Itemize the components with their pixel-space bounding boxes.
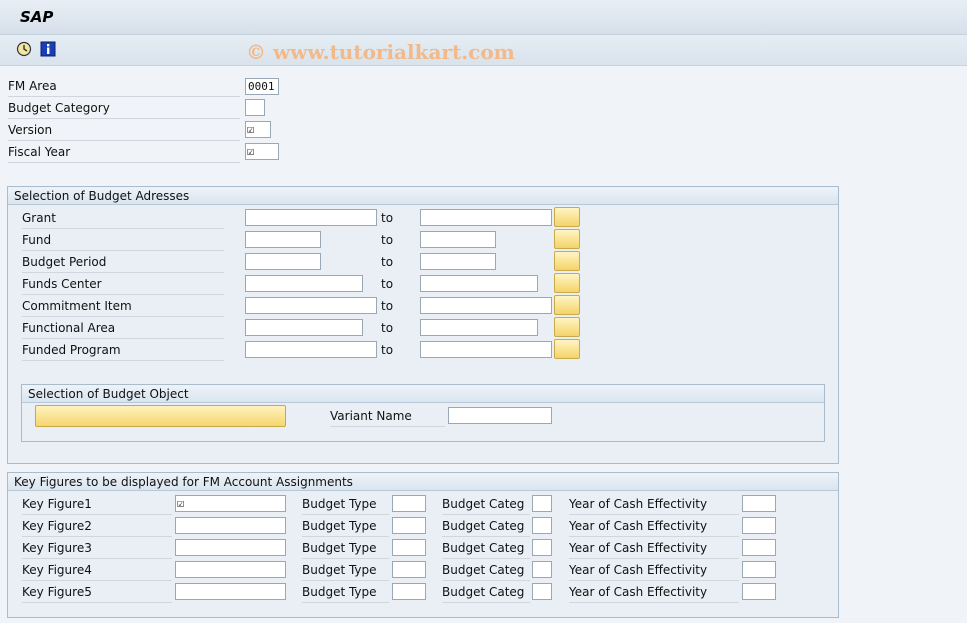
- functional-area-to-input[interactable]: [420, 319, 538, 336]
- budget-categ-label: Budget Categ: [442, 560, 530, 581]
- fm-area-label: FM Area: [8, 76, 240, 97]
- functional-area-multiple-selection-button[interactable]: [554, 317, 580, 337]
- funded-program-multiple-selection-button[interactable]: [554, 339, 580, 359]
- info-icon[interactable]: [40, 41, 56, 57]
- year-of-cash-effectivity-input[interactable]: [742, 561, 776, 578]
- grant-to-input[interactable]: [420, 209, 552, 226]
- grant-multiple-selection-button[interactable]: [554, 207, 580, 227]
- year-of-cash-effectivity-label: Year of Cash Effectivity: [569, 494, 739, 515]
- budget-categ-input[interactable]: [532, 539, 552, 556]
- year-of-cash-effectivity-input[interactable]: [742, 495, 776, 512]
- budget-categ-input[interactable]: [532, 517, 552, 534]
- key-figure3-label: Key Figure3: [22, 538, 172, 559]
- key-figure1-input[interactable]: ☑: [175, 495, 286, 512]
- key-figures-title: Key Figures to be displayed for FM Accou…: [8, 473, 838, 491]
- key-figure4-input[interactable]: [175, 561, 286, 578]
- key-figure3-input[interactable]: [175, 539, 286, 556]
- funded-program-to-input[interactable]: [420, 341, 552, 358]
- funds-center-label: Funds Center: [22, 274, 224, 295]
- functional-area-label: Functional Area: [22, 318, 224, 339]
- key-figure5-input[interactable]: [175, 583, 286, 600]
- budget-type-input[interactable]: [392, 583, 426, 600]
- budget-categ-input[interactable]: [532, 561, 552, 578]
- budget-type-input[interactable]: [392, 561, 426, 578]
- budget-category-label: Budget Category: [8, 98, 240, 119]
- grant-label: Grant: [22, 208, 224, 229]
- budget-categ-label: Budget Categ: [442, 582, 530, 603]
- budget-categ-label: Budget Categ: [442, 538, 530, 559]
- budget-type-input[interactable]: [392, 517, 426, 534]
- fund-label: Fund: [22, 230, 224, 251]
- funded-program-from-input[interactable]: [245, 341, 377, 358]
- funds-center-multiple-selection-button[interactable]: [554, 273, 580, 293]
- fm-area-input[interactable]: 0001: [245, 78, 279, 95]
- to-label: to: [381, 233, 394, 247]
- app-title: SAP: [20, 8, 54, 26]
- to-label: to: [381, 277, 394, 291]
- key-figure2-input[interactable]: [175, 517, 286, 534]
- budget-addresses-title: Selection of Budget Adresses: [8, 187, 838, 205]
- functional-area-from-input[interactable]: [245, 319, 363, 336]
- funded-program-label: Funded Program: [22, 340, 224, 361]
- title-bar: [0, 0, 967, 35]
- budget-type-label: Budget Type: [302, 494, 389, 515]
- budget-period-multiple-selection-button[interactable]: [554, 251, 580, 271]
- key-figure2-label: Key Figure2: [22, 516, 172, 537]
- fund-to-input[interactable]: [420, 231, 496, 248]
- budget-categ-input[interactable]: [532, 495, 552, 512]
- funds-center-from-input[interactable]: [245, 275, 363, 292]
- fiscal-year-label: Fiscal Year: [8, 142, 240, 163]
- budget-categ-label: Budget Categ: [442, 494, 530, 515]
- variant-name-input[interactable]: [448, 407, 552, 424]
- fiscal-year-checkbox[interactable]: ☑: [245, 143, 279, 160]
- key-figure4-label: Key Figure4: [22, 560, 172, 581]
- budget-object-title: Selection of Budget Object: [22, 385, 824, 403]
- budget-category-input[interactable]: [245, 99, 265, 116]
- to-label: to: [381, 299, 394, 313]
- year-of-cash-effectivity-input[interactable]: [742, 539, 776, 556]
- commitment-item-to-input[interactable]: [420, 297, 552, 314]
- to-label: to: [381, 321, 394, 335]
- commitment-item-multiple-selection-button[interactable]: [554, 295, 580, 315]
- commitment-item-from-input[interactable]: [245, 297, 377, 314]
- version-label: Version: [8, 120, 240, 141]
- grant-from-input[interactable]: [245, 209, 377, 226]
- budget-categ-input[interactable]: [532, 583, 552, 600]
- fund-from-input[interactable]: [245, 231, 321, 248]
- watermark-text: © www.tutorialkart.com: [246, 40, 515, 64]
- to-label: to: [381, 211, 394, 225]
- to-label: to: [381, 343, 394, 357]
- year-of-cash-effectivity-label: Year of Cash Effectivity: [569, 582, 739, 603]
- budget-type-label: Budget Type: [302, 516, 389, 537]
- fund-multiple-selection-button[interactable]: [554, 229, 580, 249]
- funds-center-to-input[interactable]: [420, 275, 538, 292]
- year-of-cash-effectivity-label: Year of Cash Effectivity: [569, 516, 739, 537]
- budget-type-label: Budget Type: [302, 538, 389, 559]
- year-of-cash-effectivity-input[interactable]: [742, 517, 776, 534]
- commitment-item-label: Commitment Item: [22, 296, 224, 317]
- budget-type-label: Budget Type: [302, 560, 389, 581]
- variant-name-label: Variant Name: [330, 406, 445, 427]
- budget-type-input[interactable]: [392, 539, 426, 556]
- budget-period-from-input[interactable]: [245, 253, 321, 270]
- to-label: to: [381, 255, 394, 269]
- version-checkbox[interactable]: ☑: [245, 121, 271, 138]
- year-of-cash-effectivity-label: Year of Cash Effectivity: [569, 538, 739, 559]
- budget-period-to-input[interactable]: [420, 253, 496, 270]
- execute-clock-icon[interactable]: [16, 41, 32, 57]
- budget-type-label: Budget Type: [302, 582, 389, 603]
- budget-categ-label: Budget Categ: [442, 516, 530, 537]
- key-figure5-label: Key Figure5: [22, 582, 172, 603]
- budget-period-label: Budget Period: [22, 252, 224, 273]
- year-of-cash-effectivity-label: Year of Cash Effectivity: [569, 560, 739, 581]
- year-of-cash-effectivity-input[interactable]: [742, 583, 776, 600]
- key-figure1-label: Key Figure1: [22, 494, 172, 515]
- budget-type-input[interactable]: [392, 495, 426, 512]
- budget-object-selection-button[interactable]: [35, 405, 286, 427]
